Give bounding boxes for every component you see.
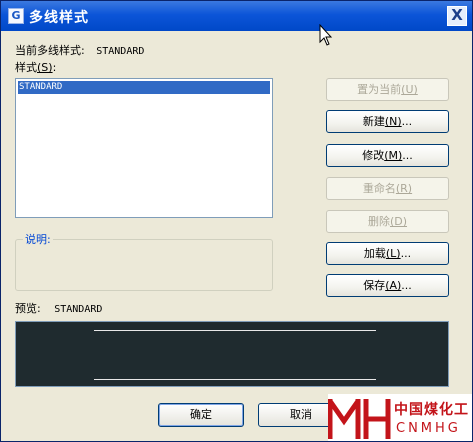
rename-button[interactable]: 重命名(R) [326,177,449,200]
current-style-caption: 当前多线样式: [15,44,85,57]
new-button[interactable]: 新建(N)... [326,110,449,133]
rename-label: 重命名 [362,182,396,195]
set-current-button[interactable]: 置为当前(U) [326,78,449,101]
styles-label-text: 样式 [15,61,37,74]
load-button[interactable]: 加载(L)... [326,242,449,265]
set-current-accel: (U) [401,83,418,96]
modify-accel: (M) [384,149,403,162]
close-button[interactable]: X [447,6,467,26]
watermark: 中国煤化工 CNMHG [328,394,472,441]
delete-label: 删除 [367,215,390,228]
new-suffix: ... [401,115,413,128]
dialog-title: 多线样式 [29,10,89,26]
preview-style-name: STANDARD [54,304,103,315]
delete-button[interactable]: 删除(D) [326,210,449,233]
ok-button[interactable]: 确定 [158,403,244,427]
title-bar[interactable]: G 多线样式 X [1,1,472,31]
description-groupbox [15,239,273,291]
watermark-cn-text: 中国煤化工 [394,402,469,418]
list-item[interactable]: STANDARD [18,81,270,94]
description-caption: 说明: [23,231,53,247]
rename-accel: (R) [395,182,413,195]
preview-label: 预览: STANDARD [15,300,102,316]
app-icon: G [8,8,24,24]
current-style-label: 当前多线样式: STANDARD [15,42,144,58]
save-button[interactable]: 保存(A)... [326,274,449,297]
styles-listbox[interactable]: STANDARD [15,78,273,218]
multiline-style-dialog: G 多线样式 X 当前多线样式: STANDARD 样式(S): STANDAR… [0,0,473,442]
set-current-label: 置为当前 [357,83,402,96]
preview-pane [15,321,449,387]
watermark-en-text: CNMHG [396,421,461,436]
delete-accel: (D) [389,215,408,228]
new-label: 新建 [362,115,385,128]
modify-label: 修改 [362,149,385,162]
styles-label-accel: (S) [37,61,53,74]
preview-caption: 预览: [15,302,41,315]
new-accel: (N) [384,115,402,128]
load-label: 加载 [363,247,386,260]
mouse-cursor-icon [319,24,333,46]
styles-label: 样式(S): [15,59,56,75]
watermark-logo-icon [328,399,391,439]
styles-label-colon: : [52,61,57,74]
save-label: 保存 [363,279,386,292]
load-accel: (L) [385,247,401,260]
modify-suffix: ... [402,149,413,162]
save-accel: (A) [385,279,402,292]
preview-bottom-line [94,379,376,380]
current-style-value: STANDARD [96,46,145,57]
load-suffix: ... [400,247,412,260]
modify-button[interactable]: 修改(M)... [326,144,449,167]
preview-top-line [94,330,376,331]
save-suffix: ... [401,279,412,292]
